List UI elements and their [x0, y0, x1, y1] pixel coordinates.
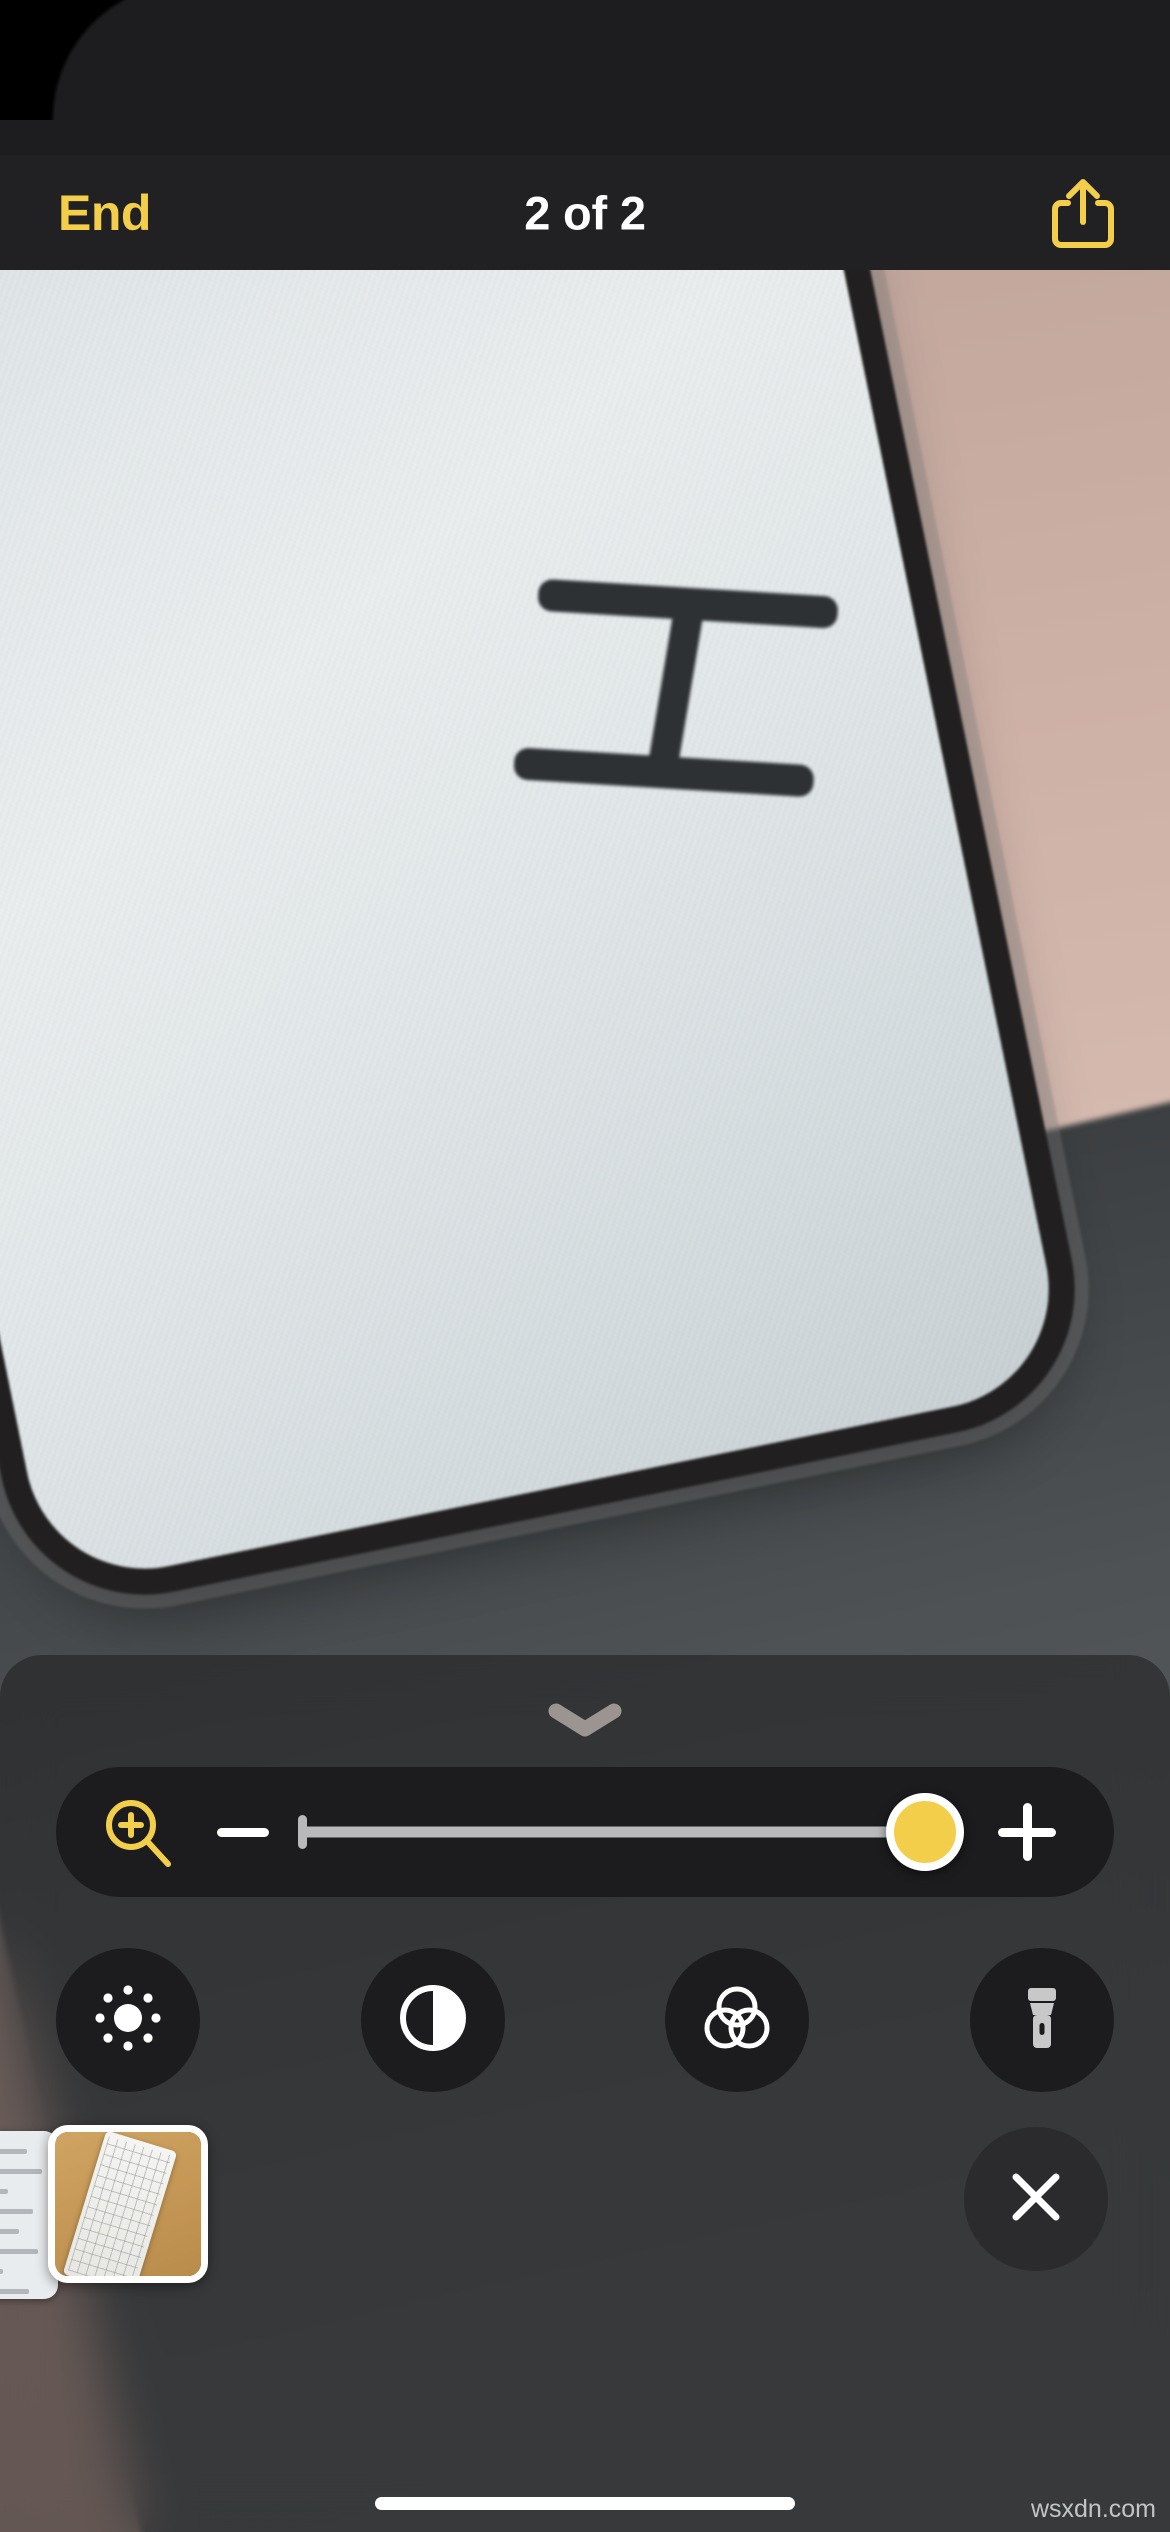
- zoom-slider-row: [56, 1767, 1114, 1897]
- zoom-in-button[interactable]: [992, 1797, 1062, 1867]
- watermark: wsxdn.com: [1030, 2495, 1156, 2523]
- close-button[interactable]: [964, 2127, 1108, 2271]
- close-icon: [1003, 2164, 1069, 2235]
- magnifier-plus-icon[interactable]: [100, 1794, 176, 1870]
- keyboard-photo-thumbnail[interactable]: [48, 2125, 208, 2283]
- page-indicator-title: 2 of 2: [524, 186, 646, 239]
- chevron-down-icon[interactable]: [546, 1699, 624, 1739]
- thumbnails-row: [0, 2125, 1170, 2325]
- contrast-icon: [397, 1982, 469, 2059]
- share-icon[interactable]: [1048, 175, 1118, 251]
- status-bar: [0, 0, 1170, 155]
- zoom-out-button[interactable]: [210, 1799, 276, 1865]
- keyboard-graphic: [62, 2132, 178, 2276]
- slider-thumb[interactable]: [885, 1793, 964, 1871]
- flashlight-icon: [1006, 1982, 1078, 2059]
- navigation-bar: End 2 of 2: [0, 155, 1170, 270]
- filter-buttons-row: [56, 1945, 1114, 2095]
- controls-panel: [0, 1655, 1170, 2532]
- zoom-slider[interactable]: [298, 1793, 972, 1871]
- home-indicator: [375, 2497, 795, 2510]
- brightness-icon: [92, 1982, 164, 2059]
- contrast-button[interactable]: [360, 1948, 505, 2092]
- brightness-button[interactable]: [56, 1948, 200, 2092]
- avatar: [55, 2132, 201, 2276]
- color-filters-button[interactable]: [665, 1948, 810, 2092]
- slider-track: [302, 1826, 938, 1838]
- color-filters-icon: [699, 1980, 775, 2061]
- flashlight-button[interactable]: [969, 1948, 1114, 2092]
- magnifier-app-screen: End 2 of 2 wsxdn.com: [0, 0, 1170, 2532]
